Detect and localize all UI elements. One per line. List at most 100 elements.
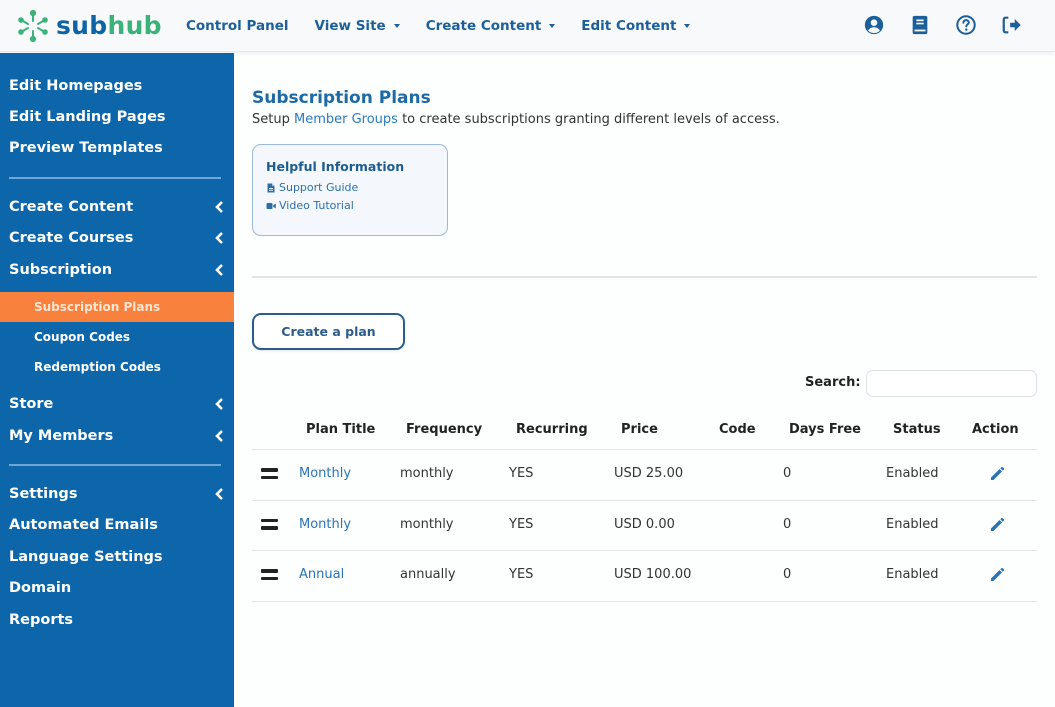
recurring-cell: YES [509,567,534,582]
drag-handle-icon[interactable] [261,569,278,581]
sidebar-item-reports[interactable]: Reports [9,609,224,631]
column-header-plan-title[interactable]: Plan Title [306,422,375,437]
status-cell: Enabled [886,516,939,532]
book-icon[interactable] [907,12,933,38]
price-cell: USD 100.00 [614,567,692,582]
sidebar-item-label: Automated Emails [9,517,158,533]
days-free-cell: 0 [783,466,792,481]
nav-edit-content[interactable]: Edit Content [581,17,691,34]
nav-label: Edit Content [581,17,677,34]
video-tutorial-link[interactable]: Video Tutorial [266,199,434,212]
sidebar-subitem-coupon-codes[interactable]: Coupon Codes [0,322,234,352]
column-header-recurring[interactable]: Recurring [516,422,588,437]
sidebar-divider [9,464,221,466]
search-label: Search: [805,375,861,390]
status-cell: Enabled [886,466,939,481]
pencil-icon[interactable] [989,517,1005,533]
sidebar-item-create-courses[interactable]: Create Courses [9,227,224,249]
plan-title-link[interactable]: Monthly [299,466,351,481]
chevron-left-icon [215,398,223,410]
sidebar-item-subscription[interactable]: Subscription [9,259,224,281]
price-cell: USD 0.00 [614,516,675,532]
top-navbar: subhub Control Panel View Site Create Co… [0,0,1055,52]
sidebar-item-label: Language Settings [9,549,163,565]
sidebar-item-settings[interactable]: Settings [9,483,224,505]
chevron-left-icon [215,264,223,276]
caret-down-icon [549,23,556,28]
chevron-left-icon [215,201,223,213]
plan-title-link[interactable]: Monthly [299,517,351,532]
nav-view-site[interactable]: View Site [315,18,400,34]
nav-control-panel[interactable]: Control Panel [186,18,289,34]
plans-table: Plan Title Frequency Recurring Price Cod… [252,413,1037,602]
logo-text: subhub [56,11,162,40]
info-box-title: Helpful Information [266,159,405,174]
table-row: Monthly monthly YES USD 0.00 0 Enabled [252,501,1037,551]
sidebar-item-edit-landing-pages[interactable]: Edit Landing Pages [9,106,224,128]
sidebar-item-label: Reports [9,612,74,628]
sidebar-item-store[interactable]: Store [9,393,224,415]
sidebar-item-language-settings[interactable]: Language Settings [9,546,224,568]
sidebar-item-create-content[interactable]: Create Content [9,196,224,218]
help-circle-icon[interactable] [953,12,979,38]
column-header-price[interactable]: Price [621,422,658,437]
sidebar-item-my-members[interactable]: My Members [9,425,224,447]
drag-handle-icon[interactable] [261,518,278,531]
sidebar-subitem-redemption-codes[interactable]: Redemption Codes [0,352,234,382]
top-nav: Control Panel View Site Create Content E… [186,18,716,34]
sidebar-item-label: Domain [9,580,72,596]
column-header-frequency[interactable]: Frequency [406,422,482,437]
frequency-cell: monthly [400,466,454,481]
helpful-information-box: Helpful Information Support Guide Video … [252,144,448,236]
logo[interactable]: subhub [16,9,186,43]
column-header-status[interactable]: Status [893,422,941,437]
section-divider [252,276,1037,278]
table-row: Annual annually YES USD 100.00 0 Enabled [252,551,1037,602]
page-title: Subscription Plans [252,88,431,108]
pencil-icon[interactable] [989,466,1005,482]
sidebar-item-label: Create Courses [9,230,134,246]
top-icons [841,12,1025,38]
sidebar-subitem-label: Redemption Codes [34,360,161,374]
create-plan-button[interactable]: Create a plan [252,313,405,350]
drag-handle-icon[interactable] [261,468,278,480]
search-input[interactable] [866,370,1037,397]
sidebar-item-preview-templates[interactable]: Preview Templates [9,137,224,159]
support-guide-link[interactable]: Support Guide [266,181,434,194]
price-cell: USD 25.00 [614,466,684,481]
sidebar-subitem-label: Coupon Codes [34,330,131,344]
sidebar-item-label: Edit Landing Pages [9,109,166,125]
recurring-cell: YES [509,516,534,532]
nav-label: Create Content [425,17,542,34]
sidebar-divider [9,177,221,179]
sidebar-item-label: Subscription [9,262,113,278]
sidebar-item-label: Store [9,396,54,412]
chevron-left-icon [215,232,223,244]
sidebar-item-label: Settings [9,486,78,502]
nav-create-content[interactable]: Create Content [426,18,556,34]
sidebar-item-edit-homepages[interactable]: Edit Homepages [9,75,224,97]
video-icon [266,202,276,209]
pencil-icon[interactable] [989,567,1005,583]
logo-text-hub: hub [107,11,162,40]
nav-label: View Site [314,17,386,34]
logo-icon [18,9,48,42]
sidebar-item-domain[interactable]: Domain [9,577,224,599]
plan-title-link[interactable]: Annual [299,567,344,582]
sidebar: Edit Homepages Edit Landing Pages Previe… [0,53,234,707]
member-groups-link[interactable]: Member Groups [294,112,398,127]
sidebar-subitem-label: Subscription Plans [34,300,161,314]
sidebar-item-label: Create Content [9,199,134,215]
column-header-code[interactable]: Code [719,422,756,437]
sidebar-item-label: My Members [9,428,114,444]
caret-down-icon [393,23,400,28]
sidebar-subitem-subscription-plans[interactable]: Subscription Plans [0,292,234,322]
frequency-cell: annually [400,567,456,582]
sidebar-item-automated-emails[interactable]: Automated Emails [9,514,224,536]
desc-text: to create subscriptions granting differe… [397,112,780,127]
sidebar-item-label: Preview Templates [9,140,163,156]
sign-out-icon[interactable] [999,12,1025,38]
user-circle-icon[interactable] [861,12,887,38]
caret-down-icon [684,23,691,28]
column-header-days-free[interactable]: Days Free [789,422,861,437]
